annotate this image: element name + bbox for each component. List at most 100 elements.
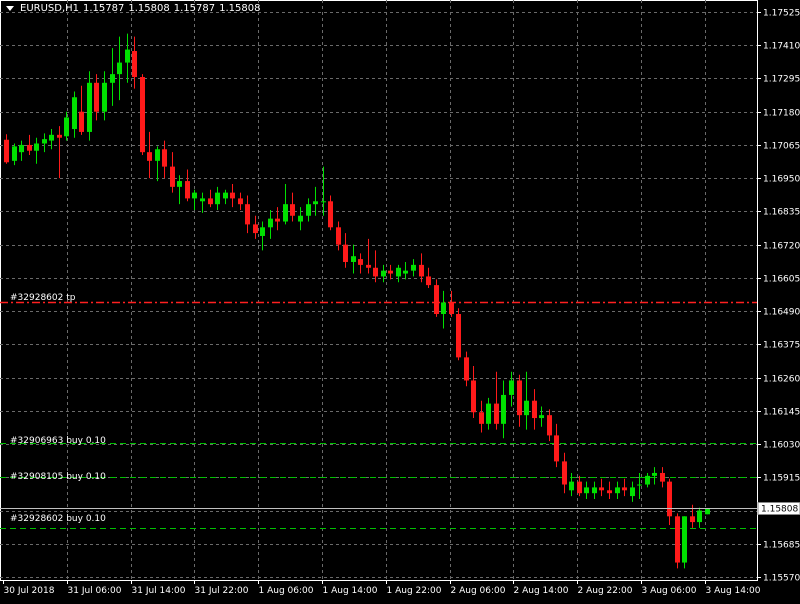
candle-body: [509, 380, 514, 395]
order-label-1[interactable]: #32906963 buy 0.10: [10, 436, 106, 446]
candle-body: [215, 192, 220, 205]
candle-body: [328, 201, 333, 228]
x-tick-label: 1 Aug 22:00: [387, 586, 442, 596]
candle-body: [253, 224, 258, 234]
tp-label[interactable]: #32928602 tp: [10, 293, 75, 303]
candle-body: [645, 475, 650, 485]
y-tick-label: 1.16835: [763, 208, 800, 218]
candle-body: [569, 481, 574, 491]
x-tick-label: 31 Jul 22:00: [195, 586, 249, 596]
x-tick-label: 3 Aug 06:00: [642, 586, 697, 596]
candle-body: [501, 394, 506, 424]
candle-body: [690, 516, 695, 523]
order-label-3[interactable]: #32928602 buy 0.10: [10, 514, 106, 524]
candle-body: [652, 472, 657, 476]
candle-body: [532, 400, 537, 419]
candle-body: [426, 276, 431, 286]
candle-body: [87, 82, 92, 132]
symbol-label: EURUSD,H1: [20, 3, 80, 14]
candle-body: [554, 435, 559, 462]
candle-body: [19, 144, 24, 153]
candle-body: [456, 314, 461, 358]
candle-body: [290, 204, 295, 216]
candle-body: [517, 380, 522, 416]
candle-body: [110, 74, 115, 83]
y-tick-label: 1.17295: [763, 75, 800, 85]
candle-body: [464, 357, 469, 381]
candle-body: [336, 227, 341, 245]
candle-body: [321, 201, 326, 203]
candle-body: [117, 62, 122, 75]
x-tick-label: 3 Aug 14:00: [706, 586, 761, 596]
x-tick-label: 1 Aug 06:00: [259, 586, 314, 596]
candle-body: [200, 198, 205, 202]
candle-body: [283, 204, 288, 222]
candle-body: [562, 461, 567, 485]
current-price-label: 1.15808: [761, 505, 798, 515]
candle-body: [12, 146, 17, 161]
candle-body: [102, 82, 107, 112]
candle-body: [381, 270, 386, 277]
candle-body: [366, 264, 371, 268]
y-tick-label: 1.16950: [763, 175, 800, 185]
x-tick-label: 31 Jul 06:00: [68, 586, 122, 596]
candle-body: [615, 487, 620, 494]
candle-body: [358, 259, 363, 265]
candle-body: [313, 201, 318, 205]
candle-body: [403, 270, 408, 274]
low-value: 1.15787: [173, 3, 216, 14]
candle-body: [132, 51, 137, 78]
candle-body: [599, 487, 604, 491]
price-chart[interactable]: 1.17525 1.17410 1.17295 1.17180 1.17065 1.169…: [0, 0, 800, 600]
candle-body: [140, 77, 145, 153]
candle-body: [162, 149, 167, 167]
chart-menu-icon[interactable]: [6, 6, 14, 11]
candle-body: [147, 152, 152, 161]
candle-body: [260, 227, 265, 236]
candle-body: [170, 166, 175, 187]
candle-body: [667, 481, 672, 517]
y-tick-label: 1.16490: [763, 308, 800, 318]
candle-body: [230, 192, 235, 199]
candle-body: [584, 487, 589, 494]
candle-body: [49, 134, 54, 141]
y-tick-label: 1.15570: [763, 574, 800, 584]
candle-body: [675, 516, 680, 563]
y-tick-label: 1.16145: [763, 408, 800, 418]
candle-body: [351, 256, 356, 262]
candle-body: [57, 134, 62, 138]
candle-body: [682, 516, 687, 563]
candle-body: [494, 403, 499, 424]
candle-body: [419, 264, 424, 277]
plot-frame: [0, 0, 758, 581]
x-tick-label: 2 Aug 06:00: [451, 586, 506, 596]
candle-body: [245, 204, 250, 225]
x-tick-label: 2 Aug 22:00: [578, 586, 633, 596]
candle-body: [4, 139, 9, 163]
candle-body: [155, 149, 160, 161]
candle-body: [373, 267, 378, 277]
candle-body: [208, 198, 213, 205]
candle-body: [396, 267, 401, 277]
y-tick-label: 1.17065: [763, 142, 800, 152]
candle-body: [660, 472, 665, 482]
close-value: 1.15808: [219, 3, 261, 14]
order-label-2[interactable]: #32908105 buy 0.10: [10, 472, 106, 482]
candle-body: [486, 403, 491, 424]
candle-body: [125, 49, 130, 63]
candle-body: [306, 204, 311, 216]
candle-body: [192, 192, 197, 199]
chart-header: EURUSD,H1 1.15787 1.15808 1.15787 1.1580…: [6, 3, 260, 14]
candle-body: [592, 487, 597, 494]
candle-body: [79, 111, 84, 132]
y-tick-label: 1.15915: [763, 474, 800, 484]
x-tick-label: 1 Aug 14:00: [323, 586, 378, 596]
candle-body: [185, 181, 190, 199]
candle-body: [479, 412, 484, 424]
chart-canvas[interactable]: 1.17525 1.17410 1.17295 1.17180 1.17065 1.169…: [0, 0, 800, 600]
candle-body: [72, 97, 77, 130]
candle-body: [27, 144, 32, 151]
candle-body: [705, 508, 710, 515]
candle-body: [441, 302, 446, 315]
candle-body: [539, 415, 544, 419]
